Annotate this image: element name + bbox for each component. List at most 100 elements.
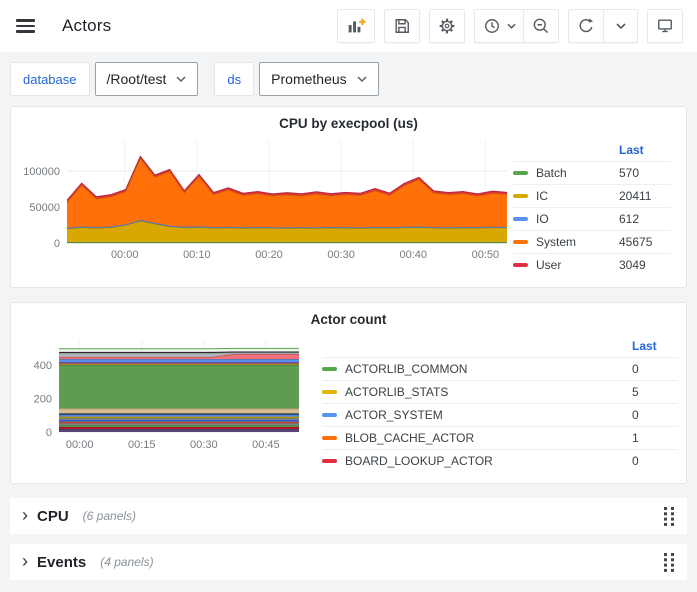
template-variables-row: database /Root/test ds Prometheus [0,52,697,106]
svg-text:0: 0 [54,238,60,250]
time-controls [474,9,559,43]
row-panel-count: (6 panels) [83,509,136,523]
legend-header-last[interactable]: Last [619,143,671,157]
chevron-right-icon: › [22,506,28,524]
legend-item: Batch 570 [513,161,671,184]
series-label: ACTORLIB_STATS [345,385,448,399]
chevron-down-icon [616,23,626,29]
legend-item: ACTORLIB_STATS 5 [322,380,678,403]
svg-text:00:00: 00:00 [66,439,94,451]
cpu-chart-canvas[interactable]: 00:0000:1000:2000:3000:4000:500500001000… [13,132,513,283]
legend-item: System 45675 [513,230,671,253]
series-swatch[interactable] [513,171,528,175]
series-last-value: 45675 [619,235,671,249]
refresh-icon [576,16,596,36]
row-title: Events [37,554,86,571]
series-swatch[interactable] [322,390,337,394]
chevron-down-icon [176,76,186,82]
series-swatch[interactable] [322,459,337,463]
panel-cpu-by-execpool: CPU by execpool (us) 00:0000:1000:2000:3… [10,106,687,288]
variable-ds-value: Prometheus [271,71,346,87]
magnifier-minus-icon [531,16,551,36]
legend-item: IO 612 [513,207,671,230]
svg-text:100000: 100000 [23,166,60,178]
series-swatch[interactable] [322,436,337,440]
svg-text:400: 400 [34,360,52,372]
svg-text:00:50: 00:50 [472,249,500,261]
series-last-value: 0 [632,408,678,422]
svg-text:00:30: 00:30 [190,439,218,451]
series-label: BLOB_CACHE_ACTOR [345,431,474,445]
series-label: BOARD_LOOKUP_ACTOR [345,454,493,468]
series-swatch[interactable] [513,194,528,198]
legend-header-last[interactable]: Last [632,339,678,353]
series-label: User [536,258,561,272]
series-label: ACTORLIB_COMMON [345,362,467,376]
series-label: ACTOR_SYSTEM [345,408,443,422]
legend-item: ACTORLIB_COMMON 0 [322,357,678,380]
variable-database-select[interactable]: /Root/test [95,62,199,96]
page-title: Actors [62,16,111,36]
svg-text:0: 0 [46,427,52,439]
variable-database-label: database [10,62,90,96]
series-swatch[interactable] [322,413,337,417]
monitor-icon [655,16,675,36]
series-last-value: 20411 [619,189,671,203]
series-last-value: 0 [632,454,678,468]
variable-database-value: /Root/test [107,71,167,87]
series-last-value: 0 [632,362,678,376]
save-icon [392,16,412,36]
row-panel-count: (4 panels) [100,555,153,569]
series-label: IO [536,212,549,226]
legend-item: ACTOR_SYSTEM 0 [322,403,678,426]
legend-item: BOARD_LOOKUP_ACTOR 0 [322,449,678,472]
legend-item: IC 20411 [513,184,671,207]
save-dashboard-button[interactable] [384,9,420,43]
row-title: CPU [37,508,69,525]
svg-text:50000: 50000 [29,202,60,214]
variable-ds: ds Prometheus [214,62,378,96]
svg-text:00:20: 00:20 [255,249,283,261]
dashboard-toolbar [337,9,683,43]
zoom-out-time-button[interactable] [523,9,559,43]
add-panel-button[interactable] [337,9,375,43]
variable-ds-label: ds [214,62,254,96]
panel-title[interactable]: Actor count [11,303,686,328]
clock-icon [482,16,502,36]
series-swatch[interactable] [513,263,528,267]
actor-count-legend: Last ACTORLIB_COMMON 0 ACTORLIB_STATS 5 … [322,330,678,479]
time-picker-button[interactable] [474,9,524,43]
svg-text:00:15: 00:15 [128,439,156,451]
row-events[interactable]: › Events (4 panels) [10,544,687,580]
series-swatch[interactable] [513,240,528,244]
series-swatch[interactable] [322,367,337,371]
actor-count-chart-canvas[interactable]: 00:0000:1500:3000:450200400 [13,328,308,479]
series-label: Batch [536,166,567,180]
refresh-interval-button[interactable] [603,9,638,43]
chevron-down-icon [507,23,516,29]
svg-text:00:10: 00:10 [183,249,211,261]
kiosk-mode-button[interactable] [647,9,683,43]
refresh-button[interactable] [568,9,604,43]
panel-actor-count: Actor count 00:0000:1500:3000:450200400 … [10,302,687,484]
svg-text:200: 200 [34,394,52,406]
dashboard-settings-button[interactable] [429,9,465,43]
drag-handle-icon[interactable] [664,553,675,572]
series-last-value: 612 [619,212,671,226]
series-last-value: 3049 [619,258,671,272]
variable-database: database /Root/test [10,62,198,96]
series-last-value: 570 [619,166,671,180]
menu-icon[interactable] [16,14,40,38]
series-label: System [536,235,576,249]
variable-ds-select[interactable]: Prometheus [259,62,378,96]
series-label: IC [536,189,548,203]
legend-item: BLOB_CACHE_ACTOR 1 [322,426,678,449]
series-swatch[interactable] [513,217,528,221]
row-cpu[interactable]: › CPU (6 panels) [10,498,687,534]
drag-handle-icon[interactable] [664,507,675,526]
top-bar: Actors [0,0,697,52]
refresh-controls [568,9,638,43]
bar-chart-add-icon [345,15,367,37]
chevron-right-icon: › [22,552,28,570]
panel-title[interactable]: CPU by execpool (us) [11,107,686,132]
